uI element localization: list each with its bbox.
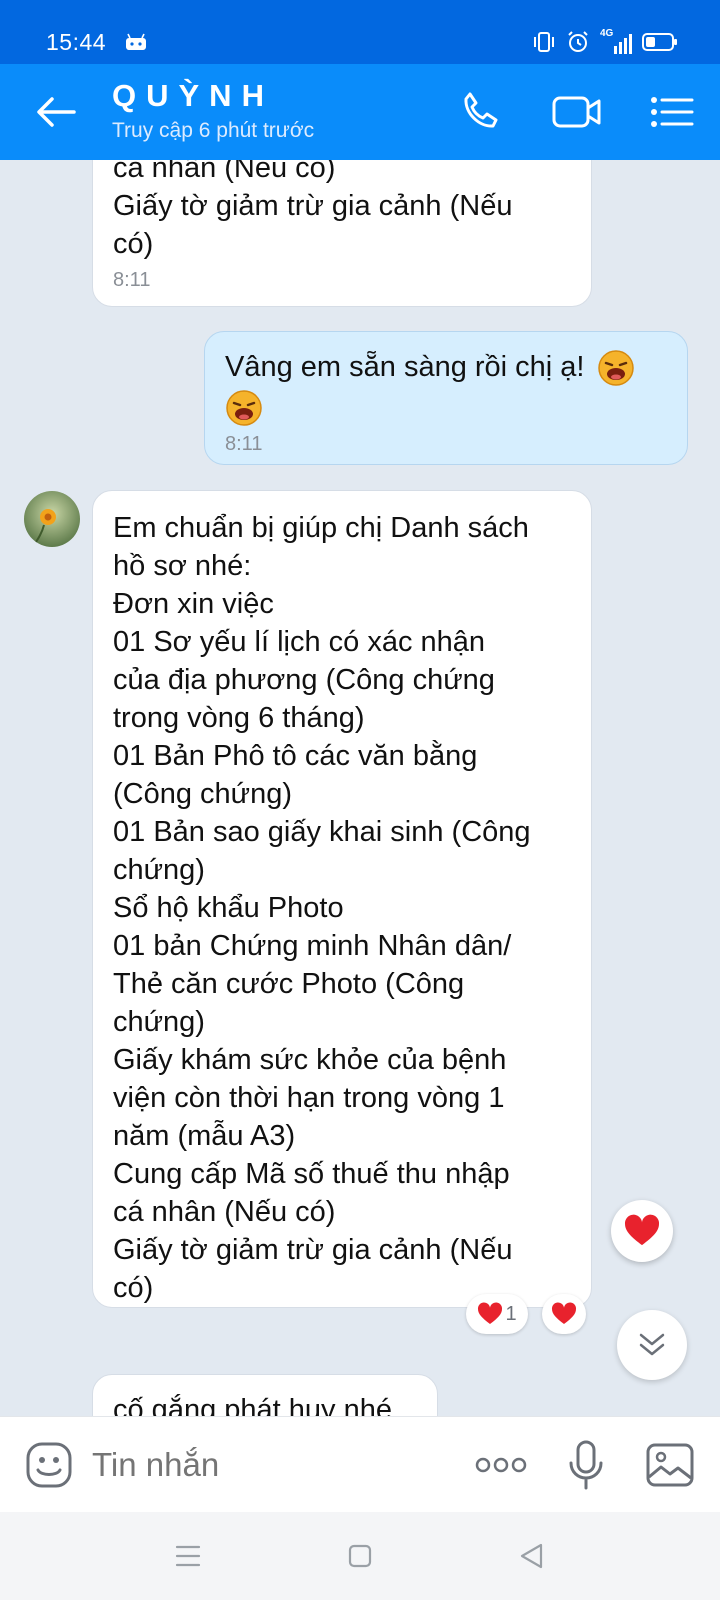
sticker-icon[interactable] [25,1441,73,1489]
video-call-icon[interactable] [552,88,602,136]
message-bubble-incoming[interactable]: Em chuẩn bị giúp chị Danh sách hồ sơ nhé… [92,490,592,1308]
message-input[interactable] [92,1441,452,1489]
quick-heart-button[interactable] [611,1200,673,1262]
signal-icon: 4G [600,28,632,54]
message-input-bar [0,1416,720,1513]
reaction-count: 1 [505,1302,517,1325]
home-icon[interactable] [348,1544,372,1568]
laughing-emoji-icon [226,389,262,426]
phone-icon[interactable] [456,88,504,136]
microphone-icon[interactable] [567,1439,605,1491]
message-text: Vâng em sẵn sàng rồi chị ạ! [225,351,585,383]
double-chevron-down-icon [639,1333,665,1356]
heart-icon [478,1302,503,1324]
react-heart-button[interactable] [542,1294,586,1334]
contact-name[interactable]: QUỲNH [112,78,274,114]
status-icons: 4G [532,28,678,54]
status-bar: 15:44 4G [0,0,720,64]
message-bubble-outgoing[interactable]: Vâng em sẵn sàng rồi chị ạ! 8:11 [204,331,688,465]
system-nav-bar [0,1512,720,1600]
back-arrow-icon[interactable] [34,90,78,134]
vibrate-icon [534,32,554,52]
message-text: Em chuẩn bị giúp chị Danh sách hồ sơ nhé… [113,512,531,1304]
status-time: 15:44 [46,29,107,55]
heart-icon [624,1214,660,1246]
battery-icon [642,33,677,51]
message-time: 8:11 [225,432,263,455]
message-bubble-incoming[interactable]: cá nhân (Nếu có) Giấy tờ giảm trừ gia cả… [92,160,592,307]
network-type: 4G [600,28,614,39]
message-text-row: Vâng em sẵn sàng rồi chị ạ! [225,348,667,427]
avatar-image [24,491,80,547]
contact-avatar[interactable] [24,491,80,547]
message-time: 8:11 [113,269,151,291]
recent-apps-icon[interactable] [175,1544,201,1568]
chat-header: QUỲNH Truy cập 6 phút trước [0,64,720,160]
message-bubble-incoming[interactable]: cố gắng phát huy nhé [92,1374,438,1416]
message-text: cá nhân (Nếu có) Giấy tờ giảm trừ gia cả… [113,160,513,260]
heart-icon [551,1302,577,1324]
back-nav-icon[interactable] [518,1542,544,1570]
image-gallery-icon[interactable] [645,1441,695,1489]
laughing-emoji-icon [597,350,634,387]
contact-last-seen: Truy cập 6 phút trước [112,119,315,142]
android-icon [126,33,146,50]
menu-list-icon[interactable] [650,88,694,136]
alarm-icon [568,31,588,52]
reaction-summary[interactable]: 1 [466,1294,528,1334]
more-options-icon[interactable] [474,1453,528,1477]
scroll-to-bottom-button[interactable] [617,1310,687,1380]
message-text: cố gắng phát huy nhé [113,1394,392,1416]
